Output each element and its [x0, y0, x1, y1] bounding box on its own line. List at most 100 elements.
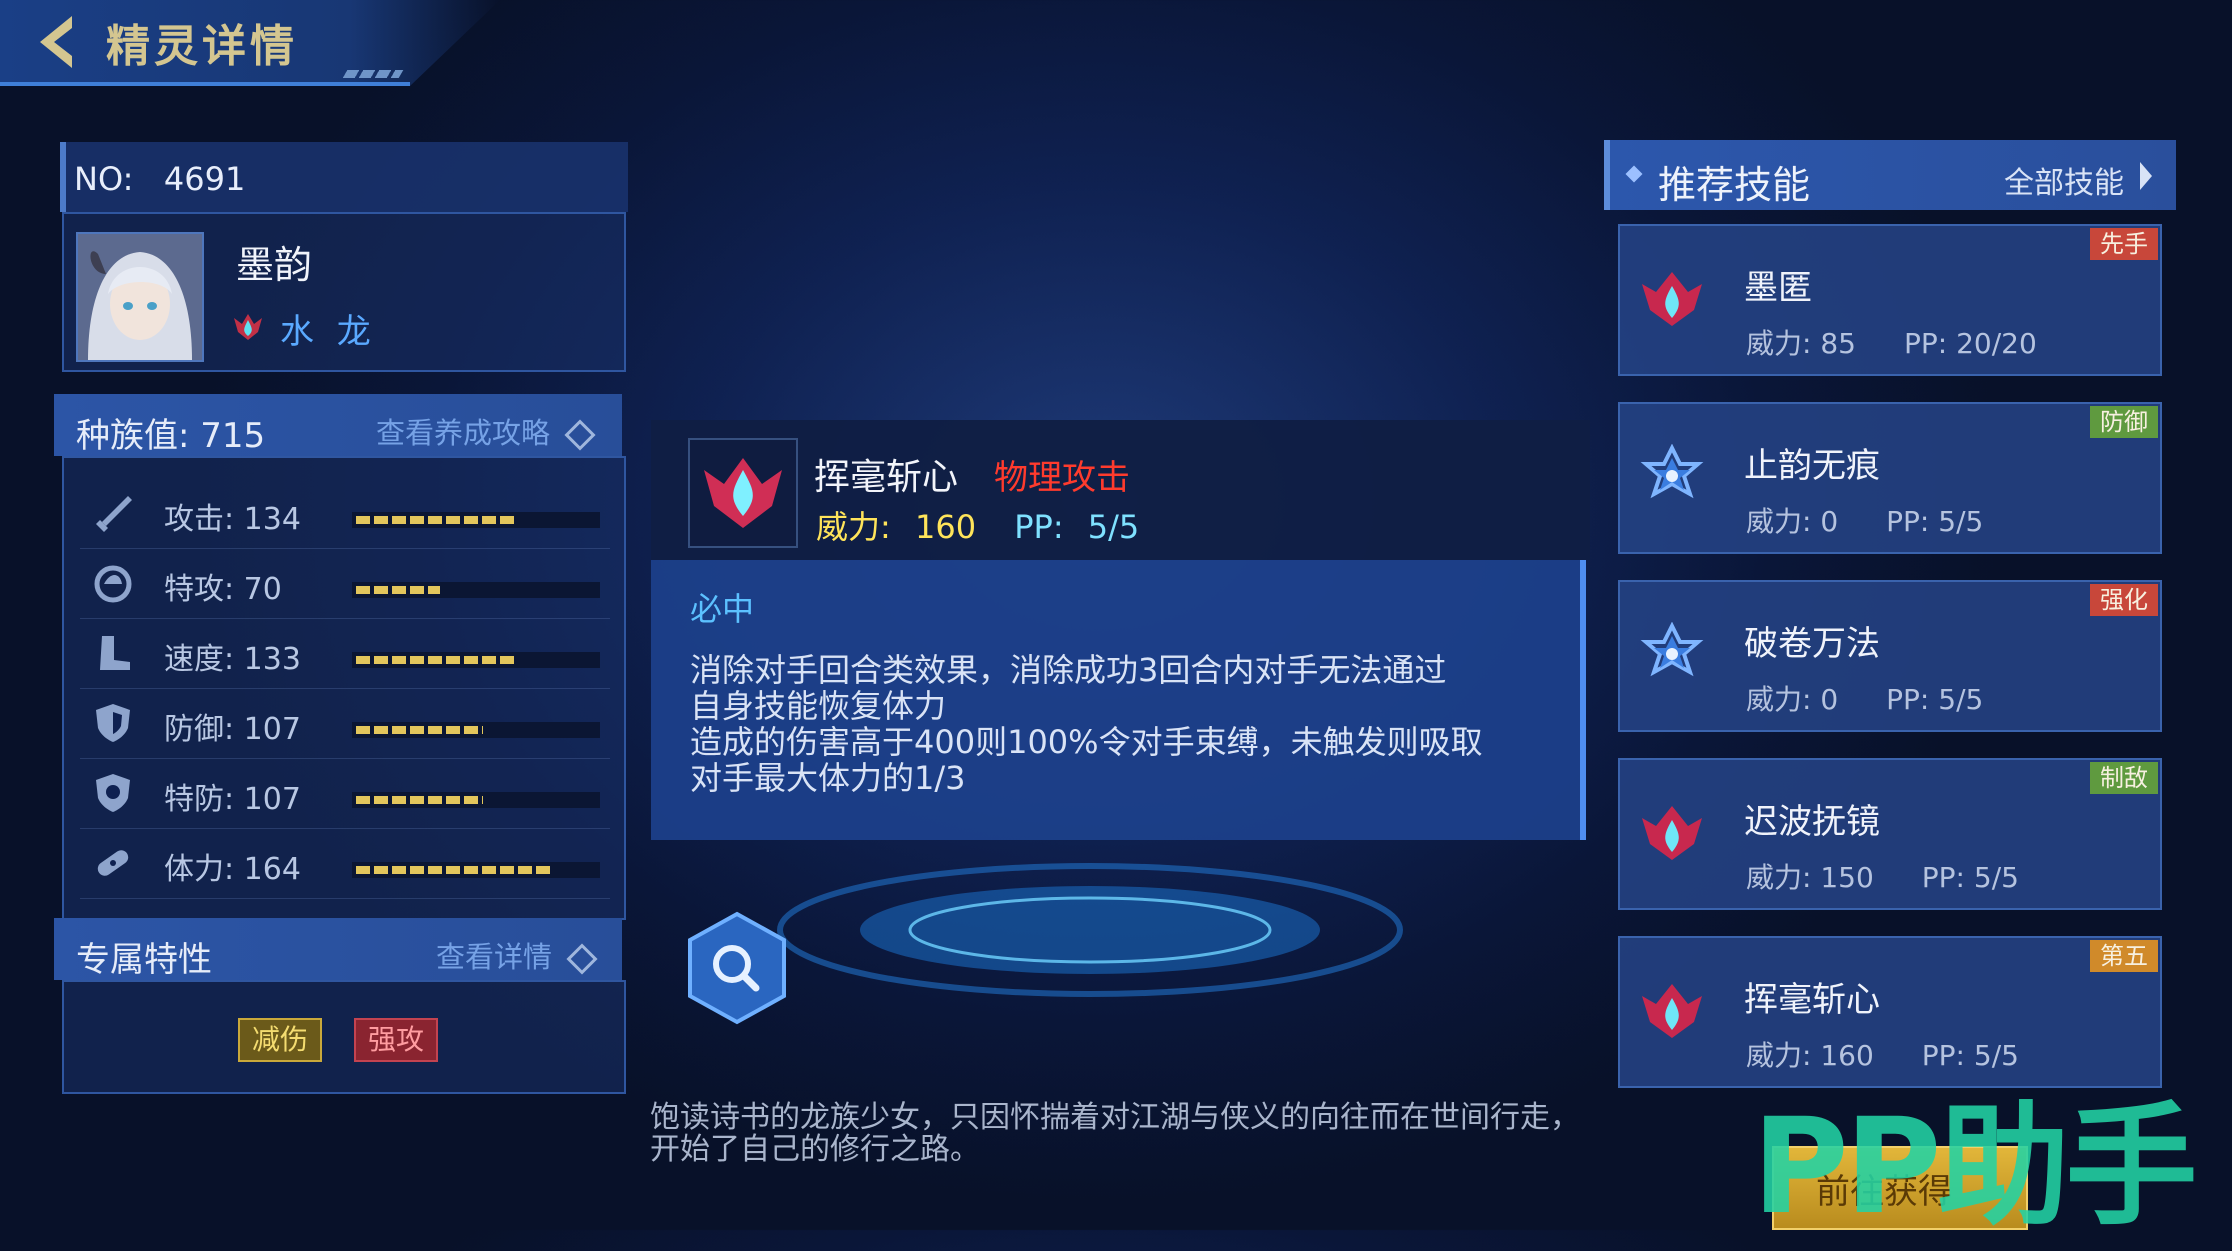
stat-row: 特防: 107 [80, 758, 610, 829]
stat-bar-fill [356, 866, 553, 874]
stat-bar-fill [356, 796, 483, 804]
skill-card[interactable]: 迟波抚镜威力: 150 PP: 5/5 制敌 [1618, 758, 2162, 910]
pet-number-label: NO: [74, 160, 134, 198]
skill-badge: 防御 [2090, 406, 2158, 438]
special-attack-icon [94, 565, 132, 603]
base-stats-total: 种族值: 715 [76, 408, 265, 457]
boot-icon [100, 636, 130, 670]
popup-power-label: 威力: [816, 508, 891, 546]
stat-bar-fill [356, 586, 440, 594]
watermark-logo: PP助手 [1752, 1090, 2197, 1244]
base-stats-value: 715 [200, 416, 266, 456]
stat-label: 体力: 164 [164, 852, 301, 887]
skill-stats: 威力: 0 PP: 5/5 [1746, 500, 1983, 540]
desc-line: 自身技能恢复体力 [690, 687, 947, 725]
desc-line: 消除对手回合类效果，消除成功3回合内对手无法通过 [690, 651, 1447, 689]
popup-pp-value: 5/5 [1087, 508, 1140, 546]
skill-name: 挥毫斩心 [1744, 980, 1880, 1020]
stat-label: 防御: 107 [164, 712, 301, 747]
stat-label: 特攻: 70 [164, 572, 282, 607]
water-drop-icon [1642, 806, 1702, 860]
water-dragon-type-icon [234, 314, 262, 340]
skill-power: 威力: 0 [1746, 505, 1839, 538]
skill-badge: 制敌 [2090, 762, 2158, 794]
skill-popup-name: 挥毫斩心 [814, 457, 959, 498]
stat-bar-fill [356, 516, 517, 524]
page-title: 精灵详情 [106, 21, 298, 72]
skill-badge: 第五 [2090, 940, 2158, 972]
water-drop-icon [704, 458, 782, 528]
view-guide-link[interactable]: 查看养成攻略 [376, 410, 596, 452]
stat-bar-fill [356, 656, 514, 664]
skill-power: 威力: 85 [1746, 327, 1856, 360]
star-emblem-icon [1640, 622, 1704, 677]
chevron-right-icon[interactable] [2140, 162, 2152, 190]
view-details-label: 查看详情 [436, 940, 553, 974]
popup-power-value: 160 [914, 508, 977, 546]
water-drop-icon [1642, 984, 1702, 1038]
base-stats-label: 种族值: [76, 416, 190, 456]
stat-bar [352, 862, 600, 878]
exclusive-trait-box [62, 980, 626, 1094]
skill-card[interactable]: 墨匿 威力: 85 PP: 20/20 先手 [1618, 224, 2162, 376]
pet-name: 墨韵 [236, 243, 313, 287]
stat-bar [352, 792, 600, 808]
pet-type: 水 龙 [280, 312, 377, 352]
skill-pp: PP: 5/5 [1921, 861, 2019, 894]
skill-name: 止韵无痕 [1744, 446, 1880, 486]
skill-popup-tag: 必中 [690, 590, 755, 628]
pet-number-value: 4691 [163, 160, 246, 198]
display-platform [777, 863, 1403, 997]
stat-row: 攻击: 134 [80, 478, 610, 549]
shield-icon [96, 704, 130, 742]
header-decoration [342, 70, 404, 78]
skill-popup-stats: 威力: 160 PP: 5/5 [816, 502, 1139, 548]
desc-line: 造成的伤害高于400则100%令对手束缚，未触发则吸取 [690, 723, 1483, 761]
special-shield-icon [96, 774, 130, 812]
skill-card[interactable]: 破卷万法 威力: 0 PP: 5/5 强化 [1618, 580, 2162, 732]
stat-bar [352, 652, 600, 668]
stat-label: 特防: 107 [164, 782, 301, 817]
bandage-icon [97, 850, 129, 876]
header-accent-line [0, 82, 410, 86]
stat-label: 速度: 133 [164, 642, 301, 677]
stat-row: 体力: 164 [80, 828, 610, 899]
skill-pp: PP: 5/5 [1886, 505, 1984, 538]
view-guide-label: 查看养成攻略 [376, 416, 551, 450]
stat-label: 攻击: 134 [164, 502, 301, 537]
back-arrow-icon[interactable] [32, 12, 82, 72]
pet-number: NO: 4691 [74, 160, 245, 198]
skill-card[interactable]: 止韵无痕威力: 0 PP: 5/5 防御 [1618, 402, 2162, 554]
sword-icon [96, 496, 132, 532]
pet-description: 饱读诗书的龙族少女，只因怀揣着对江湖与侠义的向往而在世间行走，开始了自己的修行之… [650, 1100, 1580, 1167]
skill-popup-icon [688, 438, 798, 548]
skill-stats: 威力: 0 PP: 5/5 [1746, 678, 1983, 718]
stat-row: 特攻: 70 [80, 548, 610, 619]
exclusive-trait-label: 专属特性 [76, 940, 212, 980]
trait-tag[interactable]: 强攻 [354, 1018, 439, 1062]
skill-name: 破卷万法 [1744, 624, 1880, 664]
popup-scrollbar[interactable] [1580, 560, 1586, 840]
popup-pp-label: PP: [1014, 508, 1064, 546]
stat-bar [352, 722, 600, 738]
stat-row: 防御: 107 [80, 688, 610, 759]
stat-bar [352, 512, 600, 528]
all-skills-link[interactable]: 全部技能 [2004, 158, 2124, 202]
search-button[interactable] [684, 910, 790, 1026]
skill-name: 迟波抚镜 [1744, 802, 1880, 842]
view-details-link[interactable]: 查看详情 [436, 934, 598, 976]
diamond-icon [566, 943, 598, 975]
skill-stats: 威力: 85 PP: 20/20 [1746, 322, 2037, 362]
trait-tag[interactable]: 减伤 [238, 1018, 323, 1062]
recommended-skills-title: 推荐技能 [1658, 163, 1811, 207]
skill-badge: 先手 [2090, 228, 2158, 260]
pet-avatar [76, 232, 204, 362]
skill-power: 威力: 150 [1746, 861, 1874, 894]
skill-pp: PP: 20/20 [1903, 327, 2037, 360]
stat-bar-fill [356, 726, 483, 734]
desc-line: 对手最大体力的1/3 [690, 759, 966, 797]
water-drop-icon [1642, 272, 1702, 326]
star-emblem-icon [1640, 444, 1704, 499]
skill-stats: 威力: 150 PP: 5/5 [1746, 856, 2019, 896]
stat-row: 速度: 133 [80, 618, 610, 689]
